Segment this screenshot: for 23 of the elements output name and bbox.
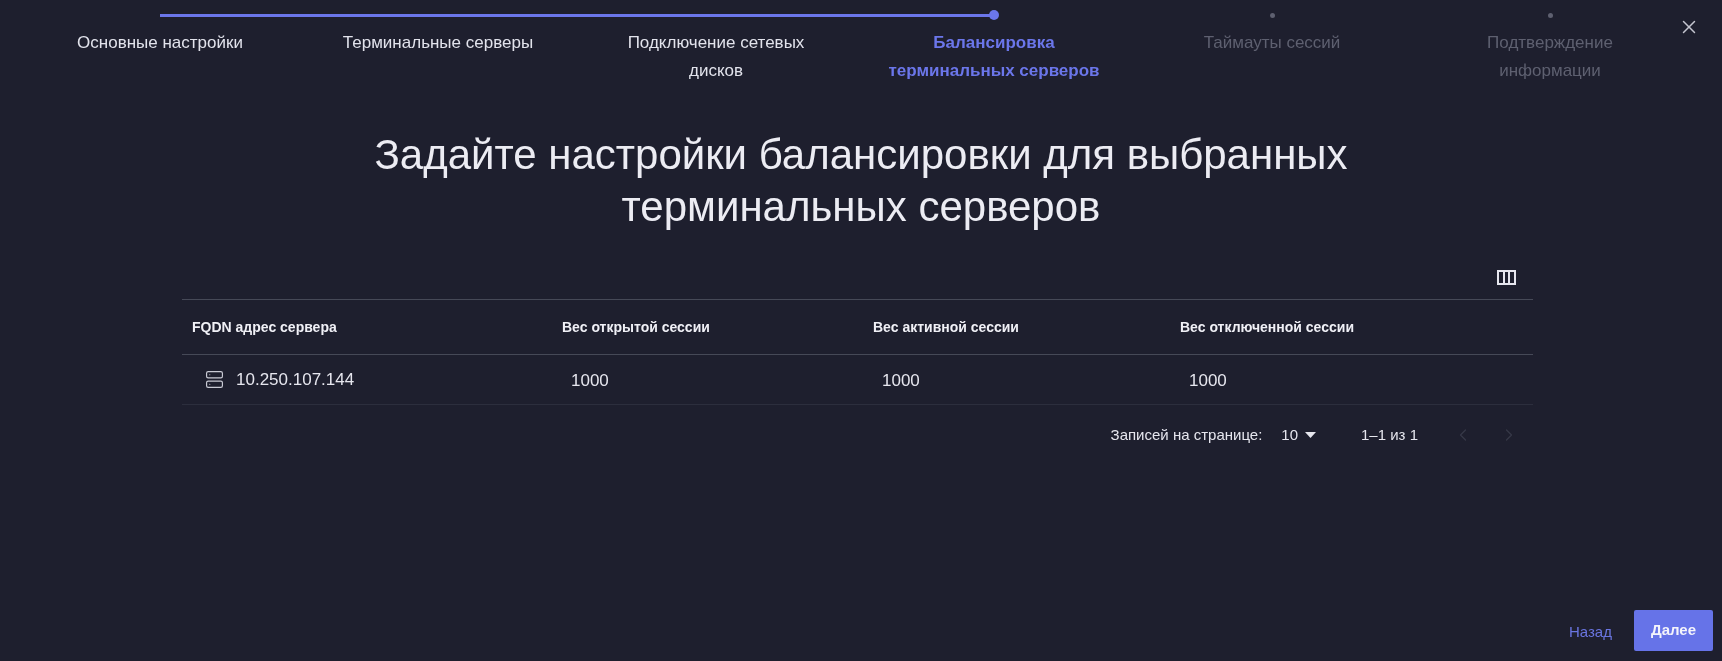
back-button[interactable]: Назад bbox=[1568, 620, 1612, 644]
rows-per-page-select[interactable]: 10 bbox=[1281, 423, 1317, 447]
server-icon bbox=[205, 370, 224, 389]
next-button[interactable]: Далее bbox=[1633, 610, 1713, 651]
column-header: Вес активной сессии bbox=[873, 319, 1019, 335]
column-header: Вес открытой сессии bbox=[562, 319, 710, 335]
caret-down-icon bbox=[1305, 432, 1317, 438]
columns-icon[interactable] bbox=[1497, 269, 1516, 285]
column-header: FQDN адрес сервера bbox=[192, 319, 337, 335]
step-label: Основные настройки bbox=[76, 32, 244, 54]
step-label: Терминальные серверы bbox=[341, 32, 535, 54]
table-cell: 1000 bbox=[571, 371, 609, 391]
column-header: Вес отключенной сессии bbox=[1180, 319, 1354, 335]
step-label: Балансировка терминальных серверов bbox=[887, 32, 1101, 82]
step-label: Подключение сетевых дисков bbox=[626, 32, 806, 82]
step-label: Подтверждение информации bbox=[1486, 32, 1614, 82]
page-range: 1–1 из 1 bbox=[1361, 424, 1418, 445]
page-title: Задайте настройки балансировки для выбранных терминальных серверов bbox=[373, 130, 1349, 232]
rows-per-page-label: Записей на странице: bbox=[1110, 424, 1263, 445]
table-cell: 1000 bbox=[882, 371, 920, 391]
table-cell: 1000 bbox=[1189, 371, 1227, 391]
step-label: Таймауты сессий bbox=[1202, 32, 1342, 54]
table-cell-text: 10.250.107.144 bbox=[236, 368, 355, 391]
